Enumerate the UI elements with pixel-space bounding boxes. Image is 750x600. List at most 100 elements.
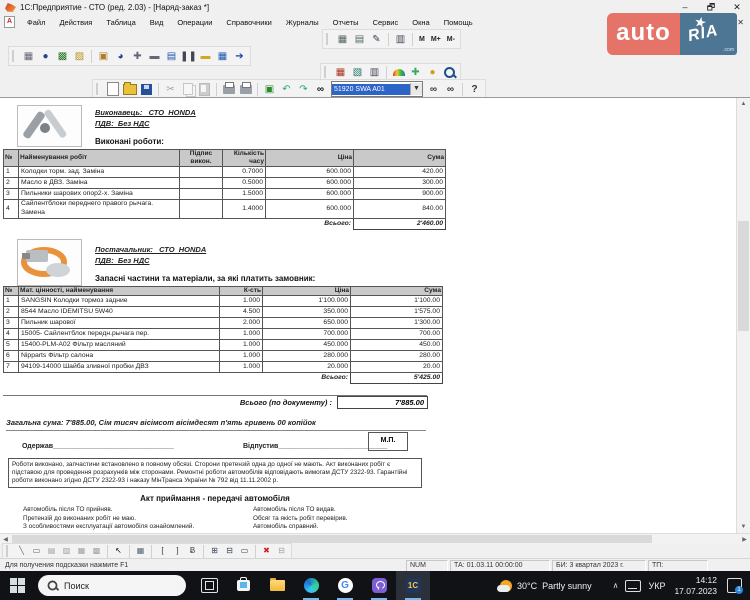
- open-folder-icon[interactable]: [122, 81, 137, 97]
- plug-icon[interactable]: ✚: [408, 65, 423, 80]
- table-cell[interactable]: 1.000: [219, 339, 263, 352]
- table-cell[interactable]: 1'100.00: [350, 295, 443, 308]
- table-row[interactable]: 4 15005- Сайлентблок передн.рычага пер. 1.…: [3, 328, 443, 341]
- menu-item[interactable]: Сервис: [366, 18, 406, 27]
- table-cell[interactable]: 20.00: [350, 361, 443, 374]
- table-cell[interactable]: [179, 188, 223, 201]
- toolbar-grip[interactable]: [324, 66, 329, 78]
- vertical-scroll-thumb[interactable]: [738, 221, 749, 331]
- table-cell[interactable]: 840.00: [353, 199, 446, 220]
- table-cell[interactable]: 3: [3, 317, 19, 330]
- table-cell[interactable]: 0.5000: [222, 177, 266, 190]
- paste-icon[interactable]: [197, 82, 212, 97]
- delete-table-icon[interactable]: ✖: [260, 545, 273, 557]
- rectangle-tool-icon[interactable]: ▭: [30, 545, 43, 557]
- monitor-icon[interactable]: ▦: [333, 65, 348, 80]
- table-row[interactable]: 3 Пильники шарових опор2-х. Заміна 1.5000 6…: [3, 188, 446, 201]
- table-cell[interactable]: 2: [3, 177, 19, 190]
- table-cell[interactable]: 15005- Сайлентблок передн.рычага пер.: [18, 328, 220, 341]
- table-cell[interactable]: 1.4000: [222, 199, 266, 220]
- line-tool-icon[interactable]: ╲: [15, 545, 28, 557]
- columns-icon[interactable]: ❚❚: [180, 49, 197, 64]
- table-cell[interactable]: 420.00: [353, 166, 446, 179]
- taskbar-clock[interactable]: 14:12 17.07.2023: [674, 575, 717, 596]
- table-cell[interactable]: [179, 199, 223, 220]
- open-journal-icon[interactable]: ▣: [96, 49, 111, 64]
- zoom-icon[interactable]: [442, 65, 457, 80]
- pointer-tool-icon[interactable]: ↖: [112, 545, 125, 557]
- table-cell[interactable]: 4: [3, 328, 19, 341]
- table-cell[interactable]: Колодки торм. зад. Заміна: [18, 166, 180, 179]
- table-row[interactable]: 1 SANGSIN Колодки тормоз задние 1.000 1'100…: [3, 295, 443, 308]
- table-row[interactable]: 6 Nipparts Фільтр салона 1.000 280.000 280.0…: [3, 350, 443, 363]
- save-icon[interactable]: [139, 82, 154, 97]
- table-cell[interactable]: 300.00: [353, 177, 446, 190]
- weather-widget[interactable]: 30°C Partly sunny: [496, 579, 592, 592]
- freeze-panes-icon[interactable]: ⊟: [275, 545, 288, 557]
- color-table-icon[interactable]: ▩: [55, 49, 70, 64]
- grid-toggle-icon[interactable]: ▦: [134, 545, 147, 557]
- google-chrome-button[interactable]: G: [328, 571, 362, 600]
- copy-icon[interactable]: [180, 82, 195, 97]
- table-cell[interactable]: 8544 Масло IDEMITSU 5W40: [18, 306, 220, 319]
- export-arrow-icon[interactable]: ➔: [232, 49, 247, 64]
- blue-table-icon[interactable]: ▦: [215, 49, 230, 64]
- combobox-dropdown-icon[interactable]: ▼: [410, 83, 422, 95]
- menu-item[interactable]: Журналы: [279, 18, 326, 27]
- recalc-icon[interactable]: ▣: [262, 82, 277, 97]
- table-cell[interactable]: 600.000: [265, 199, 354, 220]
- new-document-icon[interactable]: [105, 82, 120, 97]
- menu-item[interactable]: Помощь: [437, 18, 480, 27]
- table-cell[interactable]: 20.000: [262, 361, 351, 374]
- table-cell[interactable]: 1: [3, 166, 19, 179]
- table-cell[interactable]: 1'100.000: [262, 295, 351, 308]
- table-cell[interactable]: 94109-14000 Шайба зливної пробки ДВЗ: [18, 361, 220, 374]
- table-row[interactable]: 4 Сайлентблоки переднего правого рычага. …: [3, 199, 446, 220]
- print-preview-icon[interactable]: [238, 81, 253, 97]
- menu-item[interactable]: Таблица: [99, 18, 142, 27]
- table-cell[interactable]: 450.00: [350, 339, 443, 352]
- table-cell[interactable]: 650.000: [262, 317, 351, 330]
- chart-tool-icon[interactable]: ▩: [90, 545, 103, 557]
- table-cell[interactable]: Сайлентблоки переднего правого рычага. З…: [18, 199, 180, 220]
- menu-item[interactable]: Справочники: [219, 18, 278, 27]
- table-cell[interactable]: 700.00: [350, 328, 443, 341]
- table-cell[interactable]: 1.000: [219, 295, 263, 308]
- spreadsheet-grid-icon[interactable]: ▦: [335, 32, 350, 47]
- table-row[interactable]: 2 8544 Масло IDEMITSU 5W40 4.500 350.000 1'5…: [3, 306, 443, 319]
- table-cell[interactable]: 1.000: [219, 328, 263, 341]
- yellow-bar-icon[interactable]: ▬: [198, 49, 213, 64]
- part-search-combobox[interactable]: 51920 SWA A01 ▼: [331, 81, 423, 97]
- tray-chevron-icon[interactable]: ∧: [613, 581, 619, 590]
- redo-icon[interactable]: ↷: [296, 82, 311, 97]
- vertical-scrollbar[interactable]: ▲ ▼: [736, 98, 750, 534]
- text-tool-icon[interactable]: ▤: [45, 545, 58, 557]
- edge-button[interactable]: [294, 571, 328, 600]
- table-cell[interactable]: 280.000: [262, 350, 351, 363]
- table-cell[interactable]: 15400-PLM-A02 Фільтр масляний: [18, 339, 220, 352]
- section-names-icon[interactable]: Ƀ: [186, 545, 199, 557]
- table-cell[interactable]: SANGSIN Колодки тормоз задние: [18, 295, 220, 308]
- print-icon[interactable]: [221, 81, 236, 97]
- grid-icon[interactable]: ▥: [367, 65, 382, 80]
- toolbar-grip[interactable]: [326, 33, 331, 45]
- start-button[interactable]: [0, 571, 34, 600]
- rainbow-guide-icon[interactable]: [391, 65, 406, 80]
- undo-icon[interactable]: ↶: [279, 82, 294, 97]
- table-cell[interactable]: [179, 177, 223, 190]
- table-cell[interactable]: Пильники шарових опор2-х. Заміна: [18, 188, 180, 201]
- table-cell[interactable]: Масло в ДВЗ. Заміна: [18, 177, 180, 190]
- table-cell-icon[interactable]: ▭: [238, 545, 251, 557]
- blue-document-icon[interactable]: ▤: [164, 49, 179, 64]
- table-cell[interactable]: 0.7000: [222, 166, 266, 179]
- scroll-left-icon[interactable]: ◀: [0, 536, 11, 543]
- table-cell[interactable]: 7: [3, 361, 19, 374]
- table-cell[interactable]: 4: [3, 199, 19, 220]
- table-headers-icon[interactable]: ⊟: [223, 545, 236, 557]
- scroll-right-icon[interactable]: ▶: [739, 536, 750, 543]
- table-cell[interactable]: 450.000: [262, 339, 351, 352]
- table-cell[interactable]: 2.000: [219, 317, 263, 330]
- table-view-icon[interactable]: ⊞: [208, 545, 221, 557]
- table-cell[interactable]: 5: [3, 339, 19, 352]
- table-cell[interactable]: 1.000: [219, 350, 263, 363]
